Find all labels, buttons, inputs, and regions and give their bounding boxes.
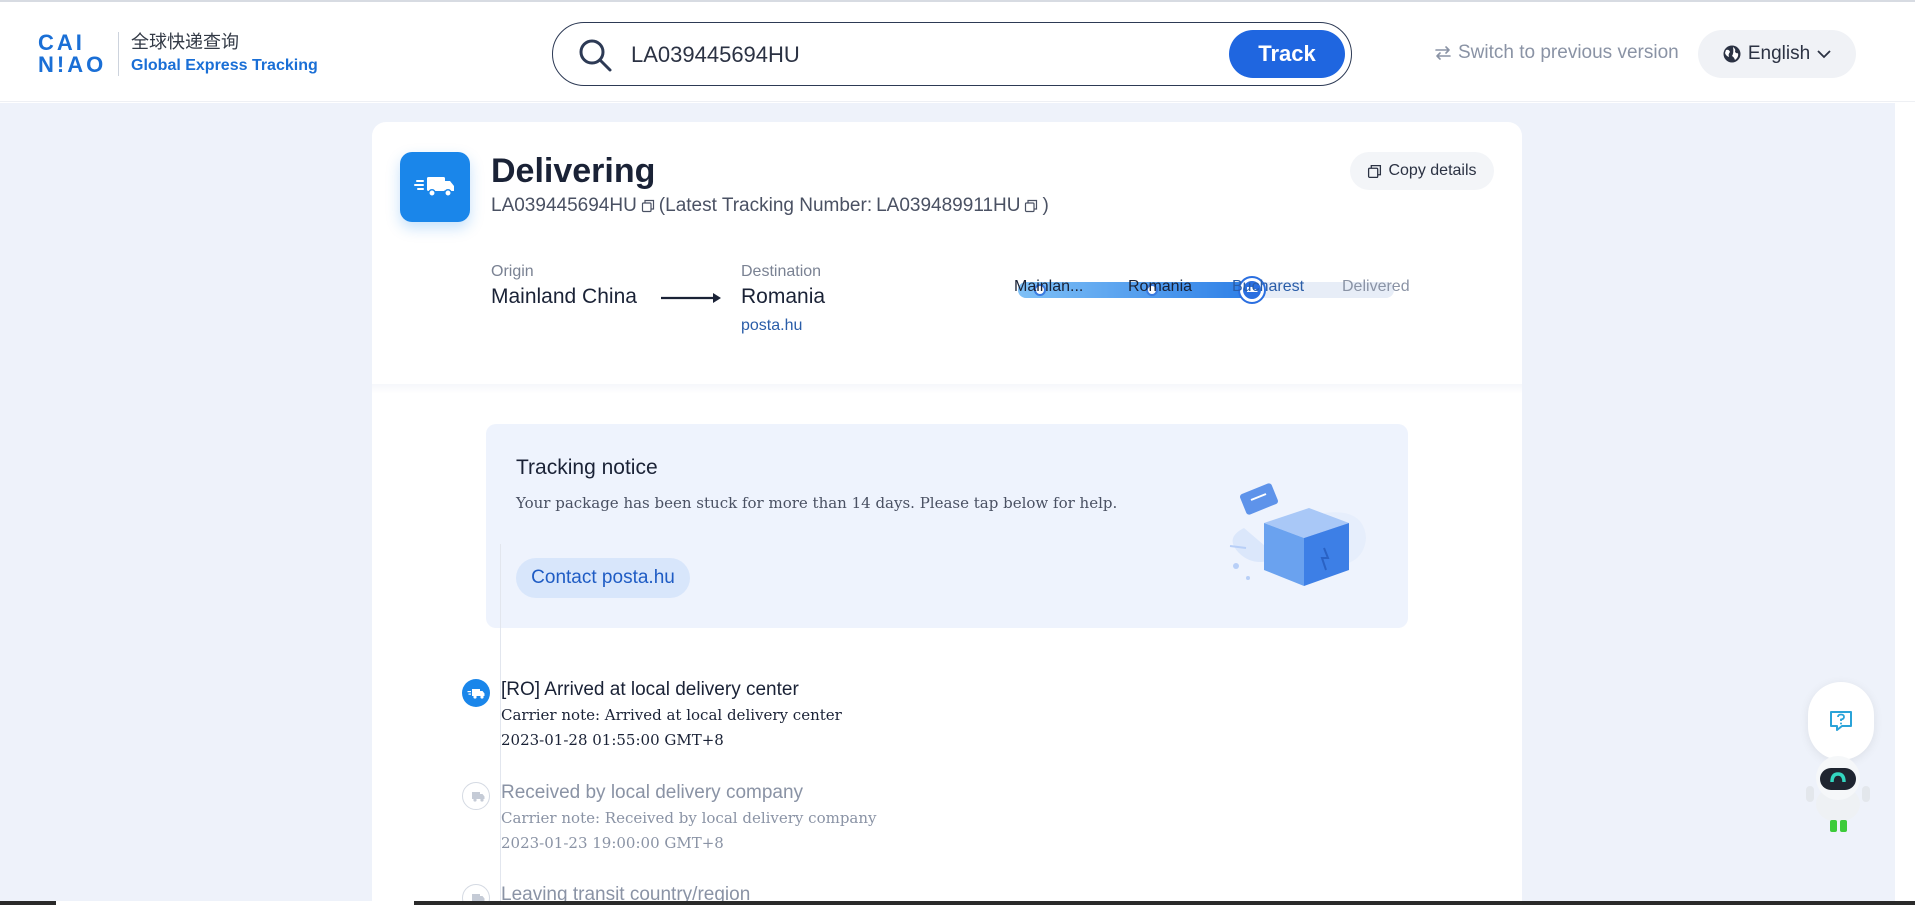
help-question-icon xyxy=(1830,711,1852,731)
flying-box-illustration xyxy=(1229,483,1366,586)
shipment-status-title: Delivering xyxy=(491,152,656,190)
latest-tracking-prefix: (Latest Tracking Number: xyxy=(658,195,873,216)
timeline-event-note: Carrier note: Arrived at local delivery … xyxy=(501,706,842,724)
header: CAI N!AO 全球快递查询 Global Express Tracking … xyxy=(0,2,1915,102)
copy-icon[interactable] xyxy=(641,199,655,213)
contact-carrier-button[interactable]: Contact posta.hu xyxy=(516,558,690,598)
section-divider xyxy=(372,384,1522,394)
progress-step-label: Mainlan... xyxy=(1014,278,1084,295)
notice-text: Your package has been stuck for more tha… xyxy=(516,494,1118,512)
carrier-link[interactable]: posta.hu xyxy=(741,317,802,335)
timeline-event-note: Carrier note: Received by local delivery… xyxy=(501,809,877,827)
progress-step-label: Delivered xyxy=(1342,278,1410,295)
copy-details-label: Copy details xyxy=(1388,162,1477,179)
logo-text: 全球快递查询 Global Express Tracking xyxy=(131,30,318,78)
robot-assistant-icon[interactable] xyxy=(1800,752,1876,832)
tracking-search-input[interactable] xyxy=(631,37,1271,73)
language-selector[interactable]: English xyxy=(1698,30,1856,78)
tracking-number: LA039445694HU xyxy=(491,195,637,216)
language-label: English xyxy=(1747,43,1811,64)
origin-value: Mainland China xyxy=(491,285,637,308)
search-icon[interactable] xyxy=(575,35,615,75)
cainiao-logo-mark: CAI N!AO xyxy=(38,30,107,77)
tracking-notice: Tracking notice Your package has been st… xyxy=(486,424,1408,628)
chevron-down-icon xyxy=(1817,50,1831,59)
bottom-bar xyxy=(0,901,1915,905)
destination-value: Romania xyxy=(741,285,826,308)
arrow-right-icon xyxy=(661,293,721,303)
timeline-event-time: 2023-01-23 19:00:00 GMT+8 xyxy=(501,834,724,852)
latest-tracking-number: LA039489911HU xyxy=(876,195,1021,216)
switch-version-label: Switch to previous version xyxy=(1458,42,1679,63)
latest-tracking-suffix: ) xyxy=(1042,195,1049,216)
shipment-card: Delivering LA039445694HU (Latest Trackin… xyxy=(372,122,1522,905)
timeline-event-title: Received by local delivery company xyxy=(501,782,804,803)
tracking-numbers: LA039445694HU (Latest Tracking Number: LA… xyxy=(491,195,1049,217)
switch-arrows-icon xyxy=(1435,46,1451,60)
truck-icon xyxy=(414,177,454,197)
timeline-icon-active xyxy=(462,679,490,707)
truck-icon xyxy=(472,791,485,802)
progress-step-label-current: Bucharest xyxy=(1232,278,1305,295)
logo[interactable]: CAI N!AO 全球快递查询 Global Express Tracking xyxy=(38,30,318,78)
progress-step-label: Romania xyxy=(1128,278,1193,295)
timeline-event-title: [RO] Arrived at local delivery center xyxy=(501,679,799,700)
help-button[interactable] xyxy=(1808,682,1874,760)
copy-icon[interactable] xyxy=(1024,199,1038,213)
copy-details-button[interactable]: Copy details xyxy=(1350,152,1494,190)
status-truck-badge xyxy=(400,152,470,222)
origin-label: Origin xyxy=(491,263,534,280)
logo-en-text: Global Express Tracking xyxy=(131,57,318,74)
right-edge-strip xyxy=(1895,103,1915,905)
switch-version-link[interactable]: Switch to previous version xyxy=(1434,42,1679,64)
copy-icon xyxy=(1368,164,1382,178)
destination-label: Destination xyxy=(741,263,822,280)
search-bar: Track xyxy=(552,22,1352,86)
track-button[interactable]: Track xyxy=(1229,30,1345,78)
notice-title: Tracking notice xyxy=(516,456,658,479)
timeline-icon-past xyxy=(462,782,490,810)
globe-icon xyxy=(1723,45,1741,63)
truck-icon xyxy=(467,688,485,699)
logo-cn-text: 全球快递查询 xyxy=(131,32,239,52)
timeline-event-time: 2023-01-28 01:55:00 GMT+8 xyxy=(501,731,724,749)
logo-divider xyxy=(118,32,119,76)
